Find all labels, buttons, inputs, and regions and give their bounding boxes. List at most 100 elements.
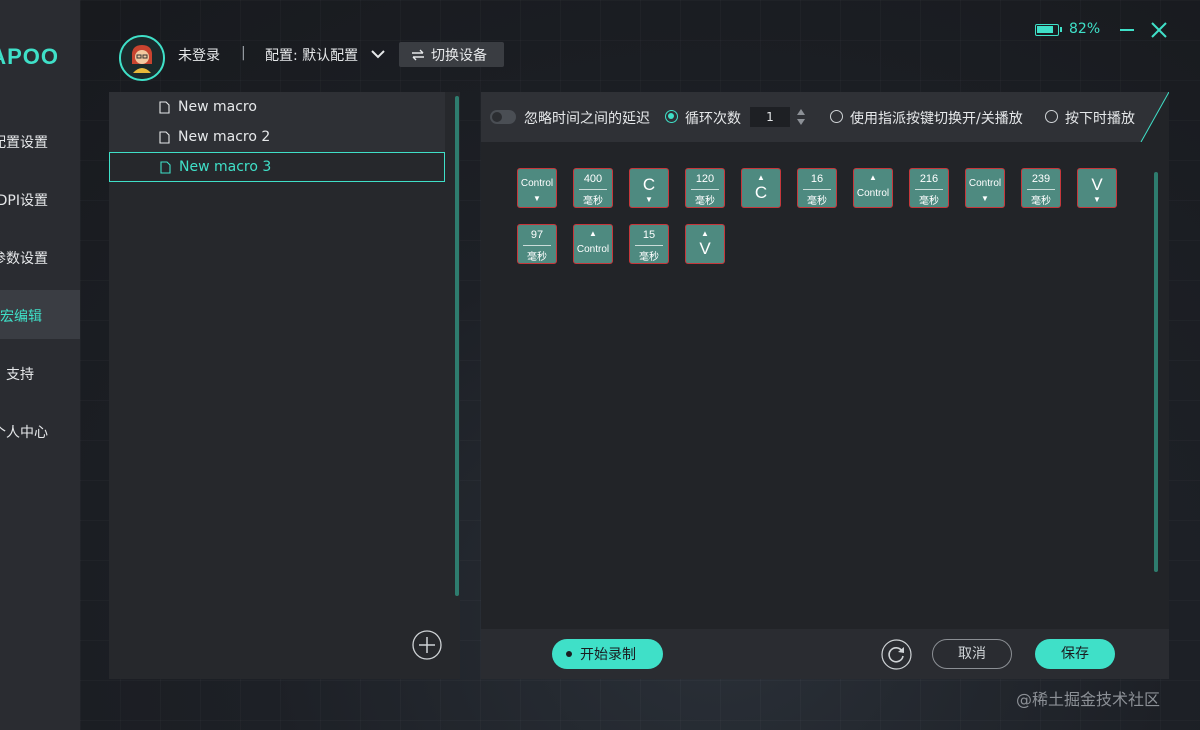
macro-step-key-down[interactable]: C ▼ — [629, 168, 669, 208]
macro-name: New macro 2 — [178, 129, 271, 145]
macro-step-key-up[interactable]: V ▲ — [685, 224, 725, 264]
delay-value: 239 — [1031, 173, 1051, 185]
file-icon — [159, 130, 170, 144]
ignore-delay-toggle[interactable] — [490, 110, 516, 124]
key-up-arrow-icon: ▲ — [869, 173, 877, 182]
key-up-arrow-icon: ▲ — [589, 229, 597, 238]
delay-unit: 毫秒 — [639, 252, 659, 263]
delay-value: 216 — [919, 173, 939, 185]
delay-unit: 毫秒 — [527, 252, 547, 263]
switch-device-button[interactable]: 切换设备 — [399, 42, 504, 67]
ignore-delay-label: 忽略时间之间的延迟 — [524, 111, 650, 127]
delay-divider — [523, 245, 551, 246]
macro-step-key-down[interactable]: Control ▼ — [517, 168, 557, 208]
press-play-radio[interactable] — [1045, 110, 1058, 123]
sidebar-item-profile[interactable]: 个人中心 — [0, 408, 80, 456]
key-label: Control — [968, 178, 1002, 189]
key-label: V — [699, 239, 711, 258]
macro-list-scrollbar[interactable] — [455, 96, 459, 596]
delay-value: 15 — [642, 229, 656, 241]
avatar[interactable] — [119, 35, 165, 81]
battery-icon — [1035, 24, 1062, 36]
macro-step-delay[interactable]: 239 毫秒 — [1021, 168, 1061, 208]
macro-step-delay[interactable]: 120 毫秒 — [685, 168, 725, 208]
macro-list-item[interactable]: New macro — [109, 92, 445, 122]
key-up-arrow-icon: ▲ — [757, 173, 765, 182]
add-macro-icon[interactable] — [412, 630, 442, 660]
loop-count-radio[interactable] — [665, 110, 678, 123]
sidebar-item-config[interactable]: 配置设置 — [0, 118, 80, 166]
key-label: Control — [520, 178, 554, 189]
macro-step-key-down[interactable]: Control ▼ — [965, 168, 1005, 208]
delay-value: 16 — [810, 173, 824, 185]
delay-divider — [579, 189, 607, 190]
delay-divider — [803, 189, 831, 190]
sidebar-item-support[interactable]: 支持 — [0, 350, 80, 398]
toggle-by-key-radio[interactable] — [830, 110, 843, 123]
delay-divider — [1027, 189, 1055, 190]
macro-step-delay[interactable]: 216 毫秒 — [909, 168, 949, 208]
key-down-arrow-icon: ▼ — [981, 194, 989, 203]
macro-step-delay[interactable]: 16 毫秒 — [797, 168, 837, 208]
press-play-label: 按下时播放 — [1065, 111, 1135, 127]
macro-list-panel: New macro New macro 2 New macro 3 — [109, 92, 460, 679]
delay-value: 97 — [530, 229, 544, 241]
key-label: Control — [576, 244, 610, 255]
macro-step-key-up[interactable]: Control ▲ — [853, 168, 893, 208]
header-separator: | — [241, 45, 246, 61]
key-down-arrow-icon: ▼ — [533, 194, 541, 203]
key-label: V — [1091, 175, 1103, 194]
close-icon[interactable] — [1149, 20, 1169, 40]
battery-percent: 82% — [1069, 21, 1101, 37]
config-selector[interactable]: 配置: 默认配置 — [265, 45, 358, 65]
switch-device-label: 切换设备 — [431, 47, 487, 64]
key-down-arrow-icon: ▼ — [645, 195, 653, 204]
swap-icon — [412, 49, 424, 60]
macro-name: New macro 3 — [179, 159, 272, 175]
delay-unit: 毫秒 — [807, 196, 827, 207]
key-down-arrow-icon: ▼ — [1093, 195, 1101, 204]
macro-step-delay[interactable]: 400 毫秒 — [573, 168, 613, 208]
macro-step-key-down[interactable]: V ▼ — [1077, 168, 1117, 208]
sidebar-item-macro[interactable]: 宏编辑 — [0, 290, 80, 339]
macro-name: New macro — [178, 99, 257, 115]
delay-unit: 毫秒 — [1031, 196, 1051, 207]
sidebar-item-dpi[interactable]: DPI设置 — [0, 176, 80, 224]
delay-divider — [915, 189, 943, 190]
avatar-icon — [121, 37, 163, 79]
sidebar-item-params[interactable]: 参数设置 — [0, 234, 80, 282]
loop-count-label: 循环次数 — [685, 111, 741, 127]
start-record-button[interactable]: 开始录制 — [552, 639, 663, 669]
macro-list-item-selected[interactable]: New macro 3 — [109, 152, 445, 182]
macro-editor-panel: 忽略时间之间的延迟 循环次数 1 使用指派按键切换开/关播放 按下时播放 Con… — [481, 92, 1169, 679]
delay-unit: 毫秒 — [919, 196, 939, 207]
file-icon — [159, 100, 170, 114]
macro-step-key-up[interactable]: Control ▲ — [573, 224, 613, 264]
delay-value: 120 — [695, 173, 715, 185]
key-label: Control — [856, 188, 890, 199]
key-up-arrow-icon: ▲ — [701, 229, 709, 238]
watermark: @稀土掘金技术社区 — [1016, 690, 1161, 709]
loop-count-input[interactable]: 1 — [750, 107, 790, 127]
delay-unit: 毫秒 — [583, 196, 603, 207]
macro-list-item[interactable]: New macro 2 — [109, 122, 445, 152]
save-button[interactable]: 保存 — [1035, 639, 1115, 669]
delay-divider — [691, 189, 719, 190]
brand-logo: RAPOO — [0, 44, 59, 69]
macro-step-delay[interactable]: 15 毫秒 — [629, 224, 669, 264]
toggle-by-key-label: 使用指派按键切换开/关播放 — [850, 111, 1023, 127]
loop-count-stepper[interactable] — [795, 107, 807, 127]
file-icon — [160, 160, 171, 174]
macro-steps-scrollbar[interactable] — [1154, 172, 1158, 572]
chevron-down-icon[interactable] — [370, 48, 386, 60]
refresh-icon[interactable] — [881, 639, 912, 670]
minimize-icon[interactable] — [1117, 20, 1137, 40]
cancel-button[interactable]: 取消 — [932, 639, 1012, 669]
macro-step-delay[interactable]: 97 毫秒 — [517, 224, 557, 264]
sidebar: RAPOO 配置设置 DPI设置 参数设置 宏编辑 支持 个人中心 — [0, 0, 80, 730]
key-label: C — [642, 175, 656, 194]
toolbar-corner-accent — [1140, 92, 1169, 142]
editor-bottom-bar: 开始录制 取消 保存 — [481, 629, 1169, 679]
user-status[interactable]: 未登录 — [178, 45, 220, 65]
macro-step-key-up[interactable]: C ▲ — [741, 168, 781, 208]
